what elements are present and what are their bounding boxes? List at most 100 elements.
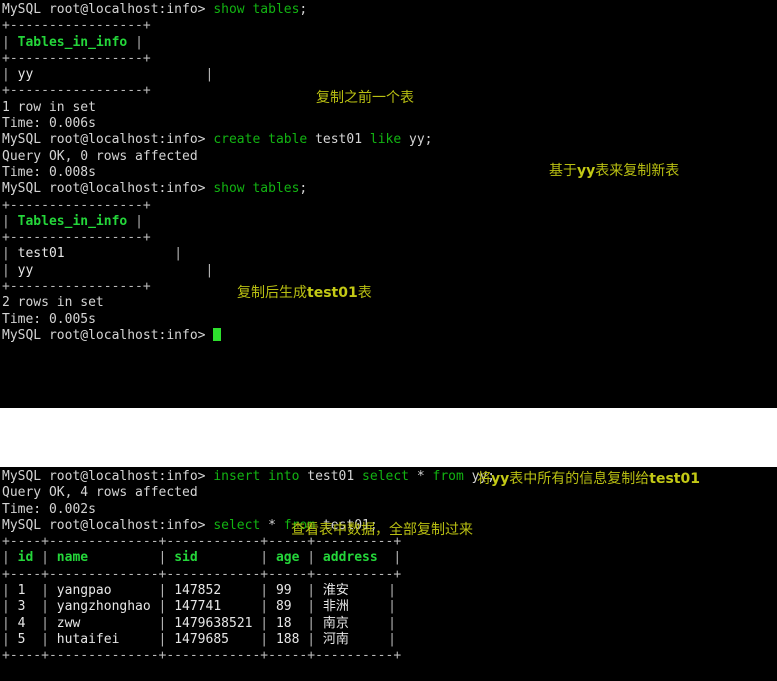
table-border: | — [2, 213, 10, 229]
table-header-cell: age — [268, 550, 308, 566]
table-rule-text: +-----------------+ — [2, 50, 151, 66]
table-data-row: | 4 | zww | 1479638521 | 18 | 南京 | — [2, 616, 777, 632]
table-rule: +-----------------+ — [2, 230, 777, 246]
output-text: Time: 0.008s — [2, 164, 96, 180]
table-border: | — [2, 583, 10, 599]
terminal-output-line: Query OK, 4 rows affected — [2, 485, 777, 501]
output-text: Time: 0.006s — [2, 116, 96, 132]
table-border: | — [260, 550, 269, 566]
table-cell: 3 — [9, 599, 42, 615]
terminal-block-bottom[interactable]: MySQL root@localhost:info> insert into t… — [0, 467, 777, 681]
annotation-label: 查看表中数据，全部复制过来 — [291, 522, 473, 538]
table-data-row: | test01 | — [2, 246, 777, 262]
sql-text: ; — [299, 181, 308, 197]
table-border: | — [260, 583, 269, 599]
table-border: | — [388, 615, 396, 631]
table-rule-text: +-----------------+ — [2, 230, 151, 246]
table-rule-text: +-----------------+ — [2, 83, 151, 99]
sql-text: * — [260, 517, 284, 533]
table-border: | — [2, 615, 10, 631]
table-border: | — [393, 550, 402, 566]
table-header-cell: Tables_in_info — [9, 34, 136, 50]
table-data-row: | yy | — [2, 67, 777, 83]
sql-keyword: show tables — [213, 181, 300, 197]
output-text: Time: 0.002s — [2, 501, 96, 517]
shell-prompt: MySQL root@localhost:info> — [2, 469, 214, 484]
table-border: | — [41, 615, 49, 631]
table-cell: 188 — [268, 631, 308, 647]
table-rule: +-----------------+ — [2, 18, 777, 34]
table-cell: 1479638521 — [166, 615, 261, 631]
table-header-row: | Tables_in_info | — [2, 214, 777, 230]
table-cell: yangpao — [48, 583, 159, 599]
sql-text: test01 — [299, 469, 363, 484]
shell-prompt: MySQL root@localhost:info> — [2, 2, 214, 17]
output-text: Query OK, 0 rows affected — [2, 148, 198, 164]
annotation-label: 复制之前一个表 — [316, 90, 414, 106]
table-header-cell: name — [48, 550, 159, 566]
sql-text: yy; — [401, 132, 433, 148]
table-border: | — [388, 631, 396, 647]
table-header-row: | id | name | sid | age | address | — [2, 550, 777, 566]
table-border: | — [307, 599, 316, 615]
table-data-row: | 5 | hutaifei | 1479685 | 188 | 河南 | — [2, 632, 777, 648]
terminal-prompt-line: MySQL root@localhost:info> show tables; — [2, 2, 777, 18]
table-border: | — [2, 262, 10, 278]
output-text: 1 row in set — [2, 99, 96, 115]
table-border: | — [2, 246, 10, 262]
table-rule-text: +-----------------+ — [2, 279, 151, 295]
table-header-cell: address — [315, 550, 394, 566]
shell-prompt: MySQL root@localhost:info> — [2, 181, 214, 197]
table-rule: +-----------------+ — [2, 198, 777, 214]
table-border: | — [2, 631, 10, 647]
table-cell: yangzhonghao — [48, 599, 159, 615]
table-border: | — [307, 583, 316, 599]
screenshot-gap-divider — [0, 408, 777, 467]
table-data-row: | 3 | yangzhonghao | 147741 | 89 | 非洲 | — [2, 599, 777, 615]
table-border: | — [2, 34, 10, 50]
table-border: | — [41, 583, 49, 599]
table-header-cell: sid — [166, 550, 261, 566]
terminal-prompt-line: MySQL root@localhost:info> show tables; — [2, 181, 777, 197]
terminal-bottom-lines: MySQL root@localhost:info> insert into t… — [2, 469, 777, 665]
table-border: | — [388, 583, 396, 599]
table-rule-text: +-----------------+ — [2, 18, 151, 34]
table-cell: 1479685 — [166, 631, 261, 647]
table-rule: +-----------------+ — [2, 51, 777, 67]
table-rule: +----+--------------+------------+-----+… — [2, 648, 777, 664]
table-cell: 淮安 — [315, 583, 389, 599]
block-cursor — [213, 327, 222, 341]
sql-keyword: from — [432, 469, 464, 484]
table-rule-text: +-----------------+ — [2, 197, 151, 213]
table-cell: 南京 — [315, 615, 389, 631]
annotation-label: 复制后生成test01表 — [237, 285, 372, 301]
shell-prompt: MySQL root@localhost:info> — [2, 327, 214, 343]
table-border: | — [307, 615, 316, 631]
table-cell: 4 — [9, 615, 42, 631]
table-header-cell: id — [9, 550, 42, 566]
terminal-output-line: Time: 0.005s — [2, 312, 777, 328]
table-cell: yy — [9, 67, 206, 83]
table-border: | — [2, 550, 10, 566]
output-text: Query OK, 4 rows affected — [2, 485, 198, 501]
table-border: | — [205, 67, 214, 83]
terminal-output-line: Time: 0.006s — [2, 116, 777, 132]
terminal-prompt-line: MySQL root@localhost:info> create table … — [2, 132, 777, 148]
table-data-row: | 1 | yangpao | 147852 | 99 | 淮安 | — [2, 583, 777, 599]
sql-keyword: select — [213, 517, 261, 533]
sql-keyword: select — [362, 469, 410, 484]
table-border: | — [174, 246, 183, 262]
table-border: | — [307, 550, 316, 566]
table-border: | — [388, 599, 396, 615]
table-border: | — [135, 34, 143, 50]
table-cell: 99 — [268, 583, 308, 599]
sql-keyword: create table — [213, 132, 308, 148]
table-border: | — [41, 631, 49, 647]
terminal-block-top[interactable]: MySQL root@localhost:info> show tables; +… — [0, 0, 777, 408]
table-cell: test01 — [9, 246, 175, 262]
table-cell: 河南 — [315, 631, 389, 647]
terminal-output-line: 2 rows in set — [2, 295, 777, 311]
table-border: | — [2, 599, 10, 615]
sql-text: * — [409, 469, 433, 484]
table-header-row: | Tables_in_info | — [2, 35, 777, 51]
